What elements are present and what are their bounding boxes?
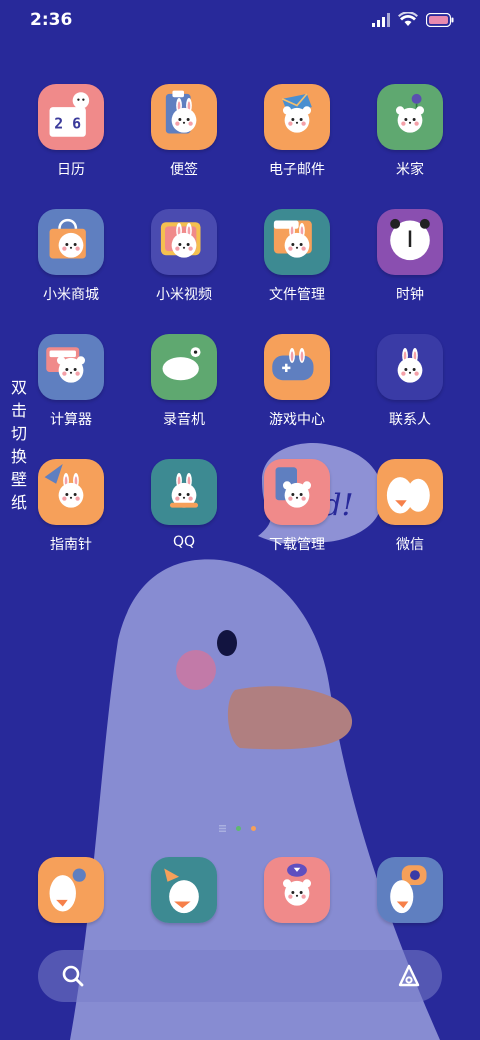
search-icon[interactable] — [60, 963, 86, 989]
app-label: 指南针 — [50, 537, 92, 553]
recorder-icon[interactable] — [151, 334, 217, 400]
app-label: 联系人 — [389, 412, 431, 428]
app-label: 录音机 — [163, 412, 205, 428]
status-bar: 2:36 — [0, 0, 480, 44]
app-label: 时钟 — [396, 287, 424, 303]
signal-icon — [372, 12, 390, 27]
page-dot-2[interactable] — [251, 826, 256, 831]
app-notes[interactable]: 便签 — [129, 84, 239, 179]
mi-store-icon[interactable] — [38, 209, 104, 275]
app-mi-store[interactable]: 小米商城 — [16, 209, 126, 304]
app-email[interactable]: 电子邮件 — [242, 84, 352, 179]
app-label: 米家 — [396, 162, 424, 178]
app-label: 游戏中心 — [269, 412, 325, 428]
mijia-icon[interactable] — [377, 84, 443, 150]
mi-video-icon[interactable] — [151, 209, 217, 275]
app-mi-video[interactable]: 小米视频 — [129, 209, 239, 304]
dock-app-phone[interactable] — [16, 857, 126, 923]
app-label: 小米视频 — [156, 287, 212, 303]
clock-time: 2:36 — [30, 10, 73, 30]
download-manager-icon[interactable] — [264, 459, 330, 525]
dock-app-messages[interactable] — [129, 857, 239, 923]
app-contacts[interactable]: 联系人 — [355, 334, 465, 429]
svg-text:2 6: 2 6 — [54, 115, 81, 133]
app-label: 便签 — [170, 162, 198, 178]
camera-icon[interactable] — [377, 857, 443, 923]
game-center-icon[interactable] — [264, 334, 330, 400]
clock-icon[interactable] — [377, 209, 443, 275]
app-label: 电子邮件 — [269, 162, 325, 178]
qq-icon[interactable] — [151, 459, 217, 525]
calculator-icon[interactable] — [38, 334, 104, 400]
app-label: 下载管理 — [269, 537, 325, 553]
menu-lines-icon — [219, 825, 226, 832]
app-game-center[interactable]: 游戏中心 — [242, 334, 352, 429]
search-bar[interactable] — [38, 950, 442, 1002]
app-calculator[interactable]: 计算器 — [16, 334, 126, 429]
wifi-icon — [398, 12, 418, 26]
app-clock[interactable]: 时钟 — [355, 209, 465, 304]
app-label: 日历 — [57, 162, 85, 178]
app-label: QQ — [172, 534, 196, 550]
app-wechat[interactable]: 微信 — [355, 459, 465, 554]
page-indicator — [219, 825, 256, 832]
app-compass[interactable]: 指南针 — [16, 459, 126, 554]
dock-app-camera[interactable] — [355, 857, 465, 923]
app-label: 计算器 — [50, 412, 92, 428]
phone-icon[interactable] — [38, 857, 104, 923]
calendar-icon[interactable]: 2 6 — [38, 84, 104, 150]
voice-assistant-icon[interactable] — [396, 963, 422, 989]
dock-app-browser[interactable] — [242, 857, 352, 923]
compass-icon[interactable] — [38, 459, 104, 525]
app-label: 小米商城 — [43, 287, 99, 303]
app-calendar[interactable]: 2 6 日历 — [16, 84, 126, 179]
email-icon[interactable] — [264, 84, 330, 150]
file-manager-icon[interactable] — [264, 209, 330, 275]
app-recorder[interactable]: 录音机 — [129, 334, 239, 429]
app-download-manager[interactable]: 下载管理 — [242, 459, 352, 554]
messages-icon[interactable] — [151, 857, 217, 923]
app-label: 文件管理 — [269, 287, 325, 303]
contacts-icon[interactable] — [377, 334, 443, 400]
notes-icon[interactable] — [151, 84, 217, 150]
battery-icon — [426, 12, 454, 27]
app-label: 微信 — [396, 537, 424, 553]
page-dot-1[interactable] — [236, 826, 241, 831]
app-mijia[interactable]: 米家 — [355, 84, 465, 179]
wechat-icon[interactable] — [377, 459, 443, 525]
app-file-manager[interactable]: 文件管理 — [242, 209, 352, 304]
browser-icon[interactable] — [264, 857, 330, 923]
app-qq[interactable]: QQ — [129, 459, 239, 550]
